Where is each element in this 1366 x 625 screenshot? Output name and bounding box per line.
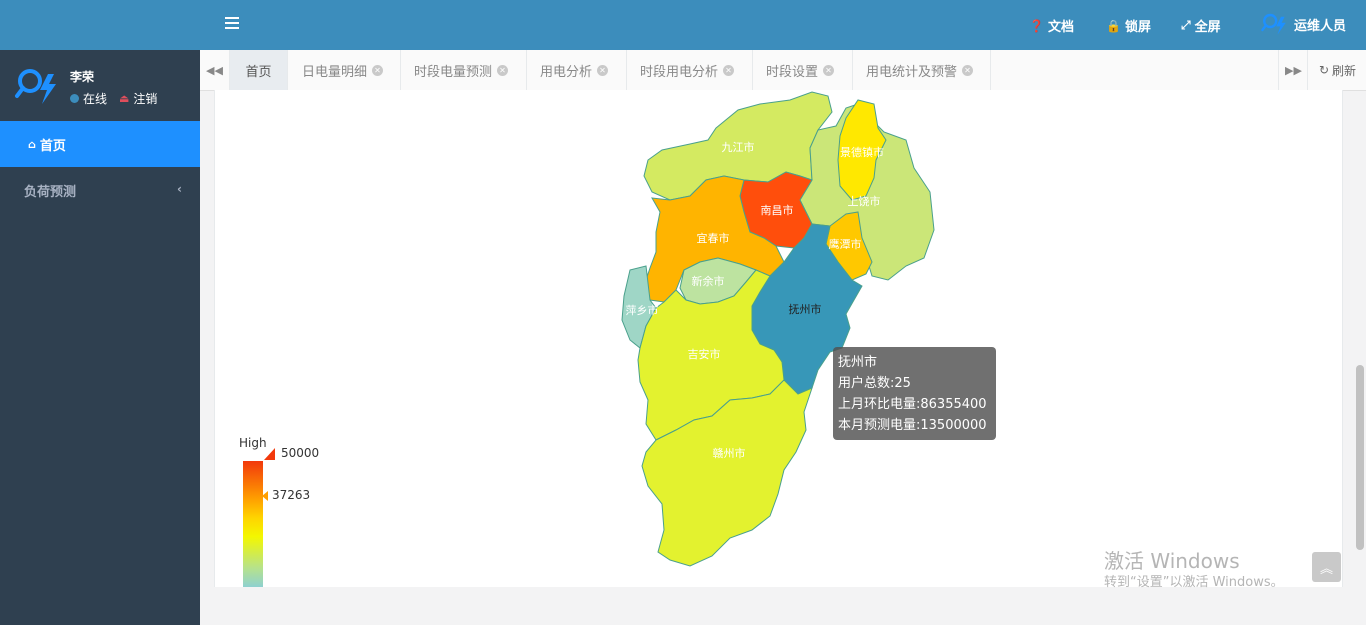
tab-usage-analysis[interactable]: 用电分析 ✕	[526, 50, 627, 90]
lock-button[interactable]: 🔒 锁屏	[1106, 16, 1151, 36]
tab-label: 时段设置	[766, 64, 819, 80]
tab-home[interactable]: 首页	[230, 50, 288, 90]
docs-button[interactable]: ❓ 文档	[1029, 16, 1074, 36]
tab-period-forecast[interactable]: 时段电量预测 ✕	[400, 50, 527, 90]
activation-watermark-subtitle: 转到“设置”以激活 Windows。	[1104, 575, 1284, 590]
tab-scroll-right-button[interactable]: ▶▶	[1278, 50, 1308, 90]
menu-toggle-button[interactable]	[225, 14, 239, 34]
sidebar-item-forecast[interactable]: 负荷预测 ‹	[0, 168, 200, 212]
tab-daily-detail[interactable]: 日电量明细 ✕	[288, 50, 401, 90]
legend-mid-value: 37263	[272, 488, 311, 502]
tooltip-city: 抚州市	[838, 355, 878, 370]
tab-usage-stats-warning[interactable]: 用电统计及预警 ✕	[852, 50, 991, 90]
chevron-left-icon: ‹	[177, 182, 182, 196]
tab-period-usage-analysis[interactable]: 时段用电分析 ✕	[626, 50, 753, 90]
sidebar-item-label: 首页	[39, 138, 66, 154]
status-online: 在线	[83, 92, 108, 106]
lock-label: 锁屏	[1124, 20, 1151, 35]
logout-icon[interactable]: ⏏	[119, 92, 129, 105]
sidebar: 李荣 在线 ⏏ 注销 ⌂ 首页 负荷预测 ‹	[0, 0, 200, 625]
sidebar-item-label: 负荷预测	[24, 184, 77, 200]
user-panel: 李荣 在线 ⏏ 注销	[0, 50, 200, 120]
legend-max-value: 50000	[281, 446, 320, 460]
legend-high-label: High	[239, 436, 267, 450]
tab-label: 用电统计及预警	[866, 64, 958, 80]
tab-scroll-left-button[interactable]: ◀◀	[200, 50, 230, 90]
double-chevron-up-icon: ︽	[1319, 561, 1333, 577]
logo-icon	[15, 69, 56, 104]
tab-label: 时段用电分析	[640, 64, 719, 80]
legend-gradient-bar[interactable]	[243, 461, 263, 587]
refresh-label: 刷新	[1332, 63, 1357, 78]
legend-pointer-icon	[262, 491, 268, 501]
legend-max-handle[interactable]	[264, 448, 275, 460]
lock-icon: 🔒	[1106, 18, 1121, 33]
refresh-button[interactable]: ↻ 刷新	[1307, 50, 1366, 90]
page-scrollbar[interactable]	[1356, 365, 1364, 550]
user-status: 在线 ⏏ 注销	[70, 90, 157, 107]
tab-label: 时段电量预测	[414, 64, 493, 80]
tooltip-users: 用户总数:25	[838, 376, 911, 391]
tooltip-forecast: 本月预测电量:13500000	[838, 418, 987, 433]
expand-icon: ⤢	[1181, 18, 1191, 32]
tab-label: 首页	[245, 64, 272, 80]
back-to-top-button[interactable]: ︽	[1312, 552, 1341, 582]
docs-label: 文档	[1047, 20, 1074, 35]
close-icon[interactable]: ✕	[597, 64, 609, 76]
question-icon: ❓	[1029, 18, 1044, 33]
map-tooltip: 抚州市 用户总数:25 上月环比电量:86355400 本月预测电量:13500…	[833, 347, 996, 440]
sidebar-item-home[interactable]: ⌂ 首页	[0, 121, 200, 167]
tab-period-settings[interactable]: 时段设置 ✕	[752, 50, 853, 90]
tab-label: 日电量明细	[302, 64, 368, 80]
tooltip-last-month: 上月环比电量:86355400	[838, 397, 987, 412]
top-header: ❓ 文档 🔒 锁屏 ⤢ 全屏 运维人员	[200, 0, 1366, 50]
fullscreen-label: 全屏	[1194, 20, 1221, 35]
user-logo-icon	[1261, 13, 1286, 35]
close-icon[interactable]: ✕	[723, 64, 735, 76]
tab-label: 用电分析	[540, 64, 593, 80]
close-icon[interactable]: ✕	[497, 64, 509, 76]
online-dot-icon	[70, 94, 79, 103]
role-label: 运维人员	[1294, 18, 1347, 34]
home-icon: ⌂	[28, 137, 36, 151]
brand-bar	[0, 0, 200, 50]
logout-link[interactable]: 注销	[133, 90, 157, 107]
fullscreen-button[interactable]: ⤢ 全屏	[1181, 16, 1221, 35]
refresh-icon: ↻	[1318, 63, 1330, 77]
tab-bar: ◀◀ 首页 日电量明细 ✕ 时段电量预测 ✕ 用电分析 ✕ 时段用电分析 ✕ 时…	[200, 50, 1366, 91]
close-icon[interactable]: ✕	[372, 64, 384, 76]
activation-watermark-title: 激活 Windows	[1104, 549, 1240, 573]
user-name: 李荣	[70, 70, 95, 84]
close-icon[interactable]: ✕	[823, 64, 835, 76]
close-icon[interactable]: ✕	[962, 64, 974, 76]
user-menu[interactable]: 运维人员	[1260, 12, 1346, 36]
